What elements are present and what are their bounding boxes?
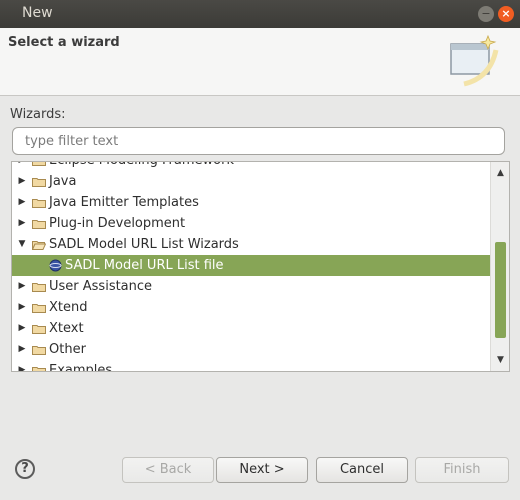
expanded-arrow-icon[interactable]: ▼ [16, 234, 28, 255]
collapsed-arrow-icon[interactable]: ▶ [16, 192, 28, 213]
window-title: New [22, 5, 53, 21]
tree-item-label: Other [49, 342, 86, 357]
tree-item-sadl-model-url-list-file[interactable]: SADL Model URL List file [12, 255, 490, 276]
scroll-down-icon[interactable]: ▼ [491, 351, 509, 369]
next-button[interactable]: Next > [216, 457, 308, 483]
tree-item-other[interactable]: ▶ Other [12, 339, 490, 360]
folder-icon [32, 162, 46, 166]
folder-icon [32, 178, 46, 187]
folder-icon [32, 304, 46, 313]
folder-icon [32, 367, 46, 371]
folder-icon [32, 199, 46, 208]
collapsed-arrow-icon[interactable]: ▶ [16, 339, 28, 360]
scrollbar-thumb[interactable] [495, 242, 506, 338]
tree-item-label: User Assistance [49, 279, 153, 294]
tree-item-label: Plug-in Development [49, 216, 186, 231]
help-icon[interactable]: ? [15, 459, 35, 479]
tree-content: ▶ Eclipse Modeling Framework ▶ Java ▶ Ja… [12, 162, 490, 372]
tree-item-label: Eclipse Modeling Framework [49, 162, 234, 171]
folder-icon [32, 325, 46, 334]
wizards-label: Wizards: [10, 107, 66, 122]
new-wizard-dialog: New − × Select a wizard Wizards: ▶ Eclip… [0, 0, 520, 500]
tree-scrollbar[interactable]: ▲ ▼ [490, 162, 509, 371]
collapsed-arrow-icon[interactable]: ▶ [16, 213, 28, 234]
collapsed-arrow-icon[interactable]: ▶ [16, 171, 28, 192]
tree-item-java[interactable]: ▶ Java [12, 171, 490, 192]
tree-item-label: Java Emitter Templates [49, 195, 199, 210]
folder-icon [32, 220, 46, 229]
folder-icon [32, 346, 46, 355]
wizard-banner: Select a wizard [0, 28, 520, 96]
filter-input[interactable] [12, 127, 505, 155]
finish-button[interactable]: Finish [415, 457, 509, 483]
tree-item-plug-in-development[interactable]: ▶ Plug-in Development [12, 213, 490, 234]
tree-item-label: SADL Model URL List Wizards [49, 237, 239, 252]
tree-item-label: Xtend [49, 300, 88, 315]
collapsed-arrow-icon[interactable]: ▶ [16, 318, 28, 339]
tree-item-user-assistance[interactable]: ▶ User Assistance [12, 276, 490, 297]
tree-item-label: SADL Model URL List file [65, 258, 224, 273]
tree-item-xtext[interactable]: ▶ Xtext [12, 318, 490, 339]
tree-item-label: Examples [49, 363, 113, 372]
collapsed-arrow-icon[interactable]: ▶ [16, 297, 28, 318]
folder-icon [32, 283, 46, 292]
tree-item-xtend[interactable]: ▶ Xtend [12, 297, 490, 318]
scroll-up-icon[interactable]: ▲ [491, 164, 509, 182]
title-bar: New − × [0, 0, 520, 28]
tree-item-eclipse-modeling-framework[interactable]: ▶ Eclipse Modeling Framework [12, 162, 490, 171]
tree-item-examples[interactable]: ▶ Examples [12, 360, 490, 372]
tree-item-label: Java [49, 174, 77, 189]
wizard-file-icon [49, 259, 62, 272]
wizard-tree: ▶ Eclipse Modeling Framework ▶ Java ▶ Ja… [11, 161, 510, 372]
open-folder-icon [32, 241, 46, 250]
tree-item-java-emitter-templates[interactable]: ▶ Java Emitter Templates [12, 192, 490, 213]
cancel-button[interactable]: Cancel [316, 457, 408, 483]
new-wizard-banner-icon [450, 34, 499, 87]
collapsed-arrow-icon[interactable]: ▶ [16, 276, 28, 297]
banner-title: Select a wizard [8, 35, 120, 50]
minimize-button[interactable]: − [478, 6, 494, 22]
collapsed-arrow-icon[interactable]: ▶ [16, 162, 28, 171]
tree-item-label: Xtext [49, 321, 84, 336]
close-button[interactable]: × [498, 6, 514, 22]
tree-item-sadl-model-url-list-wizards[interactable]: ▼ SADL Model URL List Wizards [12, 234, 490, 255]
collapsed-arrow-icon[interactable]: ▶ [16, 360, 28, 371]
back-button[interactable]: < Back [122, 457, 214, 483]
